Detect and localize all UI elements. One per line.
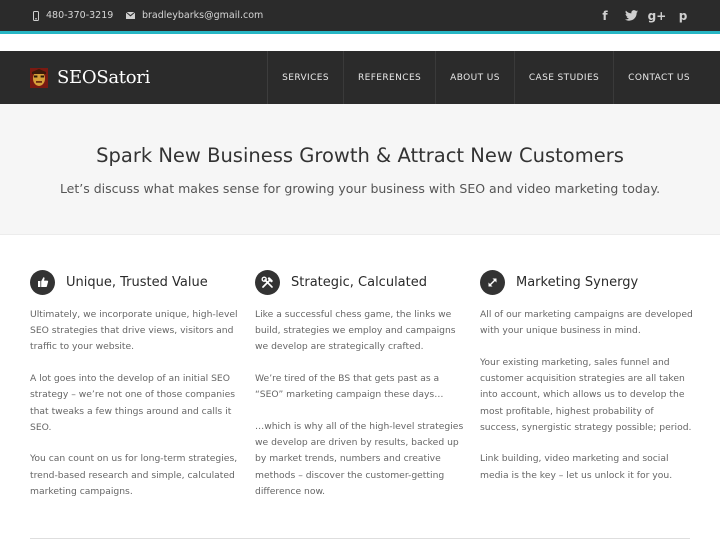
feature-paragraph: Link building, video marketing and socia… bbox=[480, 453, 673, 481]
logo-mark-icon bbox=[30, 67, 48, 88]
site-logo[interactable]: SEOSatori bbox=[30, 51, 150, 104]
feature-body: All of our marketing campaigns are devel… bbox=[480, 307, 695, 484]
email-address[interactable]: bradleybarks@gmail.com bbox=[142, 10, 263, 21]
feature-paragraph: All of our marketing campaigns are devel… bbox=[480, 309, 693, 337]
section-divider bbox=[30, 538, 690, 539]
hero-title: Spark New Business Growth & Attract New … bbox=[96, 144, 624, 167]
pinterest-icon[interactable]: p bbox=[676, 9, 690, 23]
feature-paragraph: A lot goes into the develop of an initia… bbox=[30, 373, 236, 433]
feature-paragraph: Like a successful chess game, the links … bbox=[255, 309, 456, 353]
email-contact[interactable]: bradleybarks@gmail.com bbox=[126, 0, 263, 31]
feature-title: Strategic, Calculated bbox=[291, 274, 427, 290]
feature-column-unique-value: Unique, Trusted Value Ultimately, we inc… bbox=[30, 269, 245, 516]
envelope-icon bbox=[126, 12, 135, 19]
nav-item-references[interactable]: REFERENCES bbox=[342, 51, 435, 104]
nav-item-contact-us[interactable]: CONTACT US bbox=[613, 51, 704, 104]
feature-paragraph: You can count on us for long-term strate… bbox=[30, 453, 238, 497]
feature-paragraph: Ultimately, we incorporate unique, high-… bbox=[30, 309, 238, 353]
nav-item-about-us[interactable]: ABOUT US bbox=[435, 51, 514, 104]
google-plus-icon[interactable]: g+ bbox=[648, 9, 667, 23]
phone-icon bbox=[33, 10, 39, 21]
expand-arrows-icon bbox=[480, 269, 505, 295]
nav-item-case-studies[interactable]: CASE STUDIES bbox=[513, 51, 613, 104]
feature-title: Marketing Synergy bbox=[516, 274, 639, 290]
top-bar: 480-370-3219 bradleybarks@gmail.com f g+… bbox=[0, 0, 720, 31]
feature-body: Like a successful chess game, the links … bbox=[255, 307, 470, 500]
phone-contact[interactable]: 480-370-3219 bbox=[33, 0, 113, 31]
hero-section: Spark New Business Growth & Attract New … bbox=[0, 104, 720, 235]
hero-subtitle: Let’s discuss what makes sense for growi… bbox=[59, 181, 661, 196]
feature-paragraph: Your existing marketing, sales funnel an… bbox=[480, 356, 692, 433]
feature-column-synergy: Marketing Synergy All of our marketing c… bbox=[480, 269, 695, 499]
nav-menu: SERVICES REFERENCES ABOUT US CASE STUDIE… bbox=[267, 51, 704, 104]
thumbs-up-icon bbox=[30, 269, 55, 295]
tools-icon bbox=[255, 269, 280, 295]
nav-item-services[interactable]: SERVICES bbox=[267, 51, 343, 104]
logo-text: SEOSatori bbox=[57, 67, 151, 88]
facebook-icon[interactable]: f bbox=[598, 9, 612, 23]
feature-title: Unique, Trusted Value bbox=[66, 274, 208, 290]
main-navigation: SEOSatori SERVICES REFERENCES ABOUT US C… bbox=[0, 51, 720, 104]
feature-body: Ultimately, we incorporate unique, high-… bbox=[30, 307, 245, 500]
feature-paragraph: We’re tired of the BS that gets past as … bbox=[255, 373, 444, 401]
social-links: f g+ p bbox=[598, 0, 690, 31]
feature-column-strategic: Strategic, Calculated Like a successful … bbox=[255, 269, 470, 516]
twitter-icon[interactable] bbox=[624, 9, 638, 23]
feature-paragraph: …which is why all of the high-level stra… bbox=[255, 421, 464, 497]
phone-number[interactable]: 480-370-3219 bbox=[46, 10, 113, 21]
